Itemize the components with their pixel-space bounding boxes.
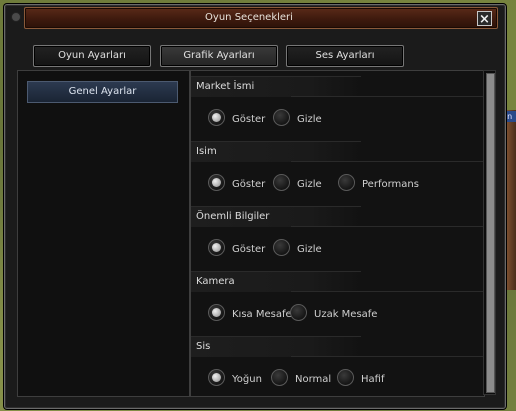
option-label: Performans (362, 179, 419, 190)
section-title: Kamera (191, 271, 361, 292)
tab-graphics-settings[interactable]: Grafik Ayarları (160, 45, 278, 67)
radio-unselected-icon[interactable] (271, 369, 288, 386)
window-rivet-icon (11, 12, 21, 22)
scrollbar-thumb[interactable] (486, 73, 495, 393)
section-title: Market İsmi (191, 76, 361, 97)
tab-sound-settings[interactable]: Ses Ayarları (286, 45, 404, 67)
close-button[interactable]: × (477, 11, 492, 27)
radio-unselected-icon[interactable] (273, 174, 290, 191)
radio-unselected-icon[interactable] (337, 369, 354, 386)
radio-selected-icon[interactable] (208, 304, 225, 321)
option-label: Kısa Mesafe (232, 309, 292, 320)
tab-game-settings[interactable]: Oyun Ayarları (33, 45, 151, 67)
radio-selected-icon[interactable] (208, 369, 225, 386)
option-label: Yoğun (232, 374, 262, 385)
radio-selected-icon[interactable] (208, 174, 225, 191)
section-divider (291, 161, 484, 162)
section-camera: Kamera Kısa Mesafe Uzak Mesafe (191, 271, 484, 331)
option-label: Gizle (297, 179, 322, 190)
settings-options-panel: Market İsmi Göster Gizle Isim Göster Giz… (190, 70, 485, 397)
section-fog: Sis Yoğun Normal Hafif (191, 336, 484, 396)
radio-unselected-icon[interactable] (290, 304, 307, 321)
options-scrollbar[interactable] (483, 70, 496, 395)
window-titlebar[interactable]: Oyun Seçenekleri (24, 7, 498, 29)
section-divider (291, 291, 484, 292)
radio-selected-icon[interactable] (208, 109, 225, 126)
option-label: Göster (232, 114, 266, 125)
radio-unselected-icon[interactable] (273, 109, 290, 126)
section-title: Sis (191, 336, 361, 357)
radio-selected-icon[interactable] (208, 239, 225, 256)
option-label: Uzak Mesafe (314, 309, 378, 320)
section-important-info: Önemli Bilgiler Göster Gizle (191, 206, 484, 266)
section-name-display: Isim Göster Gizle Performans (191, 141, 484, 201)
section-divider (291, 226, 484, 227)
section-title: Isim (191, 141, 361, 162)
window-title: Oyun Seçenekleri (205, 12, 293, 23)
option-label: Göster (232, 244, 266, 255)
radio-unselected-icon[interactable] (273, 239, 290, 256)
option-label: Gizle (297, 244, 322, 255)
option-label: Normal (295, 374, 332, 385)
settings-category-panel: Genel Ayarlar (17, 70, 190, 397)
section-divider (291, 96, 484, 97)
option-label: Hafif (361, 374, 385, 385)
option-label: Göster (232, 179, 266, 190)
section-divider (291, 356, 484, 357)
section-title: Önemli Bilgiler (191, 206, 361, 227)
option-label: Gizle (297, 114, 322, 125)
section-market-name: Market İsmi Göster Gizle (191, 76, 484, 136)
sidebar-item-general[interactable]: Genel Ayarlar (27, 81, 178, 103)
radio-unselected-icon[interactable] (338, 174, 355, 191)
